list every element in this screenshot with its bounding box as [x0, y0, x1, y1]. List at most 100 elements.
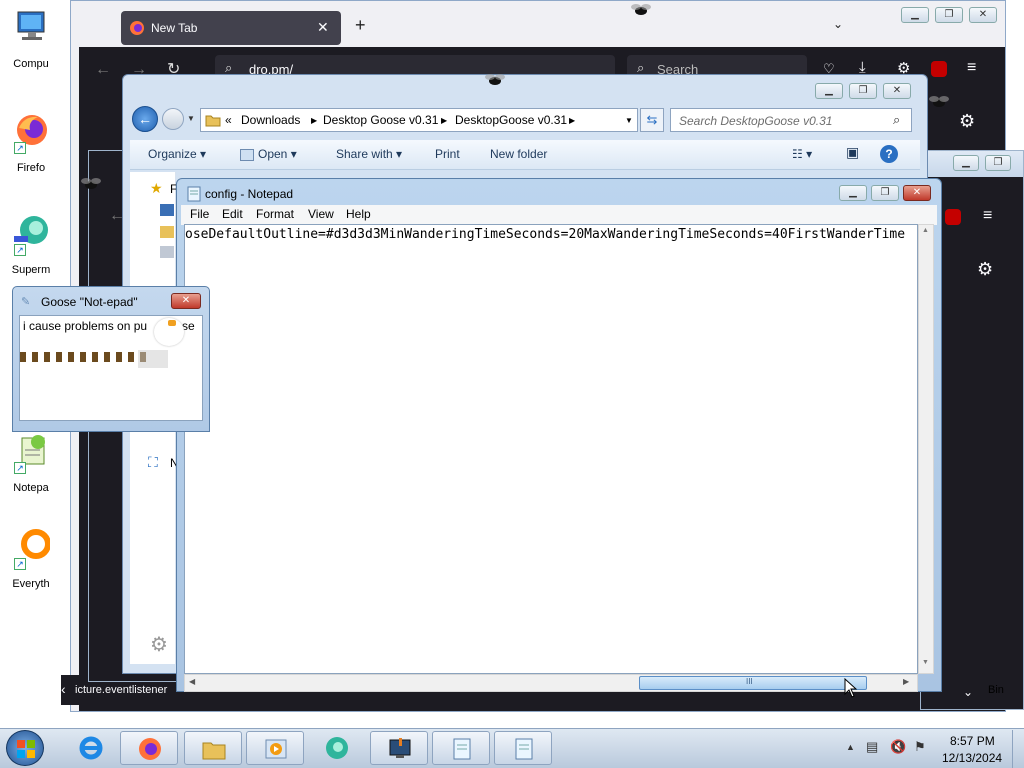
recent-pages-chevron-icon[interactable]: ▼ — [187, 114, 195, 123]
shortcut-arrow-icon: ↗ — [14, 462, 26, 474]
recycle-bin-label: Bin — [988, 684, 1004, 696]
notepad-text-area[interactable]: oseDefaultOutline=#d3d3d3MinWanderingTim… — [184, 224, 918, 674]
menu-edit[interactable]: Edit — [222, 207, 243, 221]
refresh-button[interactable]: ⇆ — [640, 108, 664, 132]
close-button[interactable]: ✕ — [171, 293, 201, 309]
open-icon — [240, 148, 254, 161]
chevron-down-icon[interactable]: ⌄ — [963, 685, 973, 699]
minimize-button[interactable]: ▁ — [815, 83, 843, 99]
address-bar[interactable]: « Downloads ▶ Desktop Goose v0.31 ▶ Desk… — [200, 108, 638, 132]
downloads-folder-icon[interactable] — [160, 226, 174, 238]
menu-view[interactable]: View — [308, 207, 334, 221]
settings-gear-icon[interactable]: ⚙ — [977, 259, 993, 280]
desktop-icon-everything[interactable]: ↗ Everyth — [0, 528, 62, 606]
preview-pane-icon[interactable]: ▣ — [846, 144, 859, 161]
close-button[interactable]: ✕ — [883, 83, 911, 99]
close-tab-icon[interactable]: ✕ — [317, 19, 329, 36]
taskbar-internet-explorer[interactable] — [66, 731, 116, 765]
desktop-icon-computer[interactable]: Compu — [0, 8, 62, 86]
computer-icon — [17, 11, 45, 40]
maximize-button[interactable]: ❐ — [985, 155, 1011, 171]
breadcrumb-prefix[interactable]: « — [225, 113, 232, 127]
window-title: config - Notepad — [205, 187, 294, 201]
clock-date[interactable]: 12/13/2024 — [942, 751, 1002, 765]
close-button[interactable]: ✕ — [969, 7, 997, 23]
menu-format[interactable]: Format — [256, 207, 294, 221]
network-status-icon[interactable]: ▤ — [866, 739, 878, 755]
change-view-icon[interactable]: ☷ ▾ — [792, 147, 812, 161]
scroll-thumb[interactable]: III — [639, 676, 867, 690]
taskbar-supermium[interactable] — [308, 731, 366, 765]
maximize-button[interactable]: ❐ — [871, 185, 899, 201]
network-icon[interactable]: ⛶ — [148, 454, 158, 471]
volume-muted-icon[interactable]: 🔇 — [890, 739, 906, 755]
back-arrow-icon[interactable]: ← — [95, 61, 111, 79]
notepad-icon — [187, 186, 201, 202]
taskbar-monitor-app[interactable] — [370, 731, 428, 765]
ublock-origin-icon[interactable] — [945, 209, 961, 225]
minimize-button[interactable]: ▁ — [953, 155, 979, 171]
ublock-origin-icon[interactable] — [931, 61, 947, 77]
new-tab-button[interactable]: + — [355, 15, 366, 36]
desktop-icon-supermium[interactable]: ↗ Superm — [0, 214, 62, 292]
breadcrumb-separator-icon[interactable]: ▶ — [311, 116, 317, 125]
list-tabs-chevron-icon[interactable]: ⌄ — [833, 17, 843, 31]
breadcrumb-downloads[interactable]: Downloads — [241, 113, 300, 127]
maximize-button[interactable]: ❐ — [849, 83, 877, 99]
windows-logo-icon — [17, 740, 35, 758]
print-button[interactable]: Print — [435, 147, 460, 161]
close-button[interactable]: ✕ — [903, 185, 931, 201]
minimize-button[interactable]: ▁ — [901, 7, 929, 23]
goose-note-text-area[interactable]: i cause problems on pu se — [19, 315, 203, 421]
hamburger-menu-icon[interactable]: ≡ — [967, 59, 976, 77]
desktop-icon-notepad-plus[interactable]: ↗ Notepa — [0, 432, 62, 510]
open-button[interactable]: Open ▾ — [240, 147, 297, 161]
address-dropdown-icon[interactable]: ▼ — [625, 116, 633, 125]
desktop-icon[interactable] — [160, 204, 174, 216]
breadcrumb-separator-icon[interactable]: ▶ — [569, 116, 575, 125]
taskbar-notepad-goose[interactable] — [494, 731, 552, 765]
settings-gear-icon[interactable]: ⚙ — [959, 111, 975, 132]
taskbar-firefox[interactable] — [120, 731, 178, 765]
scroll-up-arrow-icon[interactable]: ▲ — [922, 227, 929, 234]
explorer-icon — [202, 742, 226, 760]
share-with-button[interactable]: Share with ▾ — [336, 147, 402, 161]
back-button[interactable]: ← — [132, 106, 158, 132]
taskbar-explorer[interactable] — [184, 731, 242, 765]
forward-button[interactable] — [162, 108, 184, 130]
start-button[interactable] — [6, 730, 44, 766]
minimize-button[interactable]: ▁ — [839, 185, 867, 201]
new-folder-button[interactable]: New folder — [490, 147, 547, 161]
menu-help[interactable]: Help — [346, 207, 371, 221]
vertical-scrollbar[interactable]: ▲ ▼ — [918, 224, 934, 674]
tab-new-tab[interactable]: New Tab ✕ — [121, 11, 341, 45]
taskbar-notepad[interactable] — [432, 731, 490, 765]
desktop-icon-firefox[interactable]: ↗ Firefo — [0, 112, 62, 190]
control-panel-gear-icon[interactable]: ⚙ — [150, 632, 168, 657]
breadcrumb-separator-icon[interactable]: ▶ — [441, 116, 447, 125]
taskbar-media-player[interactable] — [246, 731, 304, 765]
firefox-icon — [130, 21, 144, 35]
breadcrumb-desktop-goose[interactable]: Desktop Goose v0.31 — [323, 113, 438, 127]
maximize-button[interactable]: ❐ — [935, 7, 963, 23]
desktop-icon-label: Everyth — [12, 578, 50, 590]
goose-notepad-icon: ✎ — [21, 296, 31, 308]
scroll-down-arrow-icon[interactable]: ▼ — [922, 659, 929, 666]
hamburger-menu-icon[interactable]: ≡ — [983, 207, 992, 225]
show-hidden-icons-icon[interactable]: ▲ — [846, 742, 855, 752]
menu-file[interactable]: File — [190, 207, 209, 221]
organize-button[interactable]: Organize ▾ — [148, 147, 206, 161]
help-icon[interactable]: ? — [880, 145, 898, 163]
scroll-right-arrow-icon[interactable]: ▶ — [903, 677, 909, 686]
action-center-flag-icon[interactable]: ⚑ — [914, 739, 926, 755]
recent-places-icon[interactable] — [160, 246, 174, 258]
favorites-star-icon[interactable]: ★ — [150, 180, 163, 197]
explorer-search-input[interactable]: Search DesktopGoose v0.31 ⌕ — [670, 108, 912, 132]
show-desktop-button[interactable] — [1012, 730, 1024, 768]
breadcrumb-desktopgoose[interactable]: DesktopGoose v0.31 — [455, 113, 567, 127]
media-player-icon — [265, 739, 287, 759]
horizontal-scrollbar[interactable]: ◀ III ▶ — [184, 674, 918, 692]
clock-time[interactable]: 8:57 PM — [950, 734, 995, 748]
monitor-app-icon — [389, 738, 411, 758]
scroll-left-arrow-icon[interactable]: ◀ — [189, 677, 195, 686]
